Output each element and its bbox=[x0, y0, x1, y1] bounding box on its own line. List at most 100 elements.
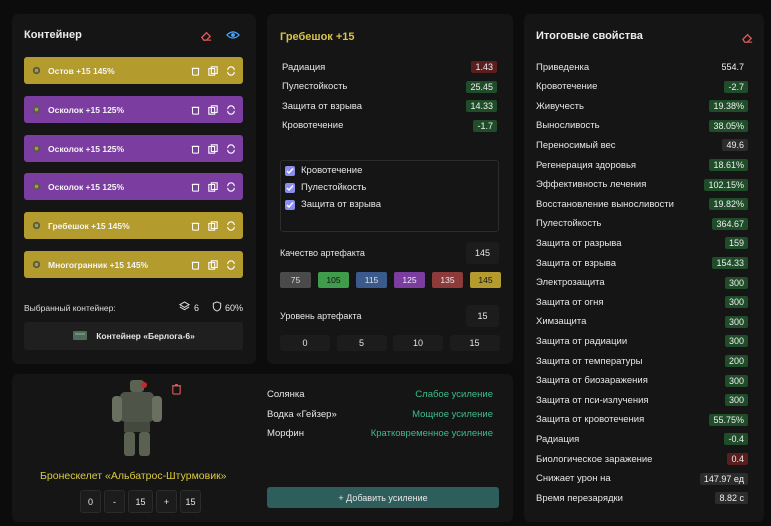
total-row: Восстановление выносливости 19.82% bbox=[536, 196, 748, 212]
stat-value: -1.7 bbox=[473, 119, 497, 132]
checkbox-label: Защита от взрыва bbox=[301, 199, 382, 210]
trash-icon[interactable] bbox=[189, 181, 201, 193]
refresh-icon[interactable] bbox=[225, 220, 237, 232]
level-option[interactable]: 5 bbox=[336, 335, 387, 351]
quality-option[interactable]: 135 bbox=[432, 272, 463, 288]
copy-icon[interactable] bbox=[207, 143, 219, 155]
stat-value: 25.45 bbox=[466, 80, 497, 93]
total-value: 55.75% bbox=[709, 413, 748, 426]
total-value: -0.4 bbox=[724, 433, 748, 446]
copy-icon[interactable] bbox=[207, 181, 219, 193]
total-row: Радиация -0.4 bbox=[536, 431, 748, 447]
quality-option[interactable]: 115 bbox=[356, 272, 387, 288]
container-slot[interactable]: Осколок +15 125% bbox=[24, 173, 243, 200]
level-plus-button[interactable]: + bbox=[156, 490, 177, 513]
total-label: Восстановление выносливости bbox=[536, 198, 674, 210]
total-value: 159 bbox=[724, 237, 748, 250]
container-slot[interactable]: Гребешок +15 145% bbox=[24, 212, 243, 239]
total-row: Защита от разрыва 159 bbox=[536, 235, 748, 251]
stat-value: 1.43 bbox=[471, 61, 497, 73]
container-slot[interactable]: Остов +15 145% bbox=[24, 57, 243, 84]
level-min-button[interactable]: 0 bbox=[80, 490, 101, 513]
quality-option[interactable]: 125 bbox=[394, 272, 425, 288]
level-option[interactable]: 10 bbox=[393, 335, 443, 351]
refresh-icon[interactable] bbox=[225, 143, 237, 155]
total-value: 300 bbox=[724, 276, 748, 289]
quality-option[interactable]: 145 bbox=[470, 272, 501, 288]
total-value: 19.82% bbox=[709, 198, 748, 211]
total-row: Переносимый вес 49.6 bbox=[536, 137, 748, 153]
trash-icon[interactable] bbox=[189, 259, 201, 271]
refresh-icon[interactable] bbox=[225, 104, 237, 116]
trash-icon[interactable] bbox=[189, 143, 201, 155]
total-value: -2.7 bbox=[724, 80, 748, 93]
checkbox-label: Пулестойкость bbox=[301, 182, 367, 193]
trash-icon[interactable] bbox=[168, 381, 184, 397]
boost-item: Морфин bbox=[267, 428, 304, 439]
total-label: Защита от разрыва bbox=[536, 237, 622, 249]
quality-option[interactable]: 75 bbox=[280, 272, 311, 288]
level-minus-button[interactable]: - bbox=[104, 490, 125, 513]
level-max-button[interactable]: 15 bbox=[180, 490, 201, 513]
check-icon bbox=[285, 199, 295, 210]
quality-option[interactable]: 105 bbox=[318, 272, 349, 288]
quality-value[interactable]: 145 bbox=[466, 242, 499, 264]
container-slot[interactable]: Осколок +15 125% bbox=[24, 96, 243, 123]
total-row: Приведенка 554.7 bbox=[536, 59, 748, 75]
total-label: Защита от огня bbox=[536, 296, 604, 308]
total-label: Кровотечение bbox=[536, 81, 598, 93]
level-value[interactable]: 15 bbox=[466, 305, 499, 327]
eye-icon[interactable] bbox=[225, 27, 241, 43]
trash-icon[interactable] bbox=[189, 220, 201, 232]
container-slot[interactable]: Многогранник +15 145% bbox=[24, 251, 243, 278]
container-slot[interactable]: Осколок +15 125% bbox=[24, 135, 243, 162]
trash-icon[interactable] bbox=[189, 65, 201, 77]
container-select-button[interactable]: Контейнер «Берлога-6» bbox=[24, 322, 243, 350]
total-label: Защита от радиации bbox=[536, 335, 628, 347]
total-row: Защита от пси-излучения 300 bbox=[536, 392, 748, 408]
total-value: 364.67 bbox=[712, 217, 748, 230]
stat-checkbox[interactable]: Защита от взрыва bbox=[285, 199, 381, 210]
total-row: Защита от кровотечения 55.75% bbox=[536, 412, 748, 428]
total-value: 154.33 bbox=[712, 257, 748, 269]
boost-effect: Слабое усиление bbox=[415, 389, 493, 400]
refresh-icon[interactable] bbox=[225, 181, 237, 193]
boost-row[interactable]: Солянка Слабое усиление bbox=[267, 389, 493, 400]
total-row: Биологическое заражение 0.4 bbox=[536, 451, 748, 467]
level-input[interactable]: 15 bbox=[128, 490, 153, 513]
total-label: Приведенка bbox=[536, 61, 590, 73]
total-value: 300 bbox=[724, 335, 748, 348]
total-row: Выносливость 38.05% bbox=[536, 118, 748, 134]
boost-row[interactable]: Водка «Гейзер» Мощное усиление bbox=[267, 409, 493, 420]
eraser-icon[interactable] bbox=[739, 29, 755, 45]
copy-icon[interactable] bbox=[207, 220, 219, 232]
refresh-icon[interactable] bbox=[225, 65, 237, 77]
total-value: 49.6 bbox=[722, 139, 748, 152]
total-row: Защита от взрыва 154.33 bbox=[536, 255, 748, 271]
total-row: Защита от температуры 200 bbox=[536, 353, 748, 369]
container-case-icon bbox=[72, 329, 88, 344]
eraser-icon[interactable] bbox=[198, 27, 214, 43]
total-label: Защита от температуры bbox=[536, 355, 643, 367]
stat-label: Кровотечение bbox=[282, 120, 344, 131]
total-label: Время перезарядки bbox=[536, 492, 623, 504]
armor-image bbox=[108, 378, 168, 460]
total-label: Защита от биозаражения bbox=[536, 375, 648, 387]
stat-checkbox[interactable]: Кровотечение bbox=[285, 165, 362, 176]
total-row: Время перезарядки 8.82 с bbox=[536, 490, 748, 506]
stat-checkbox[interactable]: Пулестойкость bbox=[285, 182, 366, 193]
copy-icon[interactable] bbox=[207, 259, 219, 271]
boost-row[interactable]: Морфин Кратковременное усиление bbox=[267, 428, 493, 439]
trash-icon[interactable] bbox=[189, 104, 201, 116]
artifact-icon bbox=[30, 104, 42, 116]
artifact-icon bbox=[30, 65, 42, 77]
level-option[interactable]: 15 bbox=[449, 335, 500, 351]
level-option[interactable]: 0 bbox=[280, 335, 330, 351]
copy-icon[interactable] bbox=[207, 65, 219, 77]
artifact-icon bbox=[30, 259, 42, 271]
shield-icon bbox=[212, 301, 222, 315]
artifact-stat-row: Кровотечение -1.7 bbox=[282, 119, 497, 132]
copy-icon[interactable] bbox=[207, 104, 219, 116]
refresh-icon[interactable] bbox=[225, 259, 237, 271]
add-boost-button[interactable]: + Добавить усиление bbox=[267, 487, 499, 508]
